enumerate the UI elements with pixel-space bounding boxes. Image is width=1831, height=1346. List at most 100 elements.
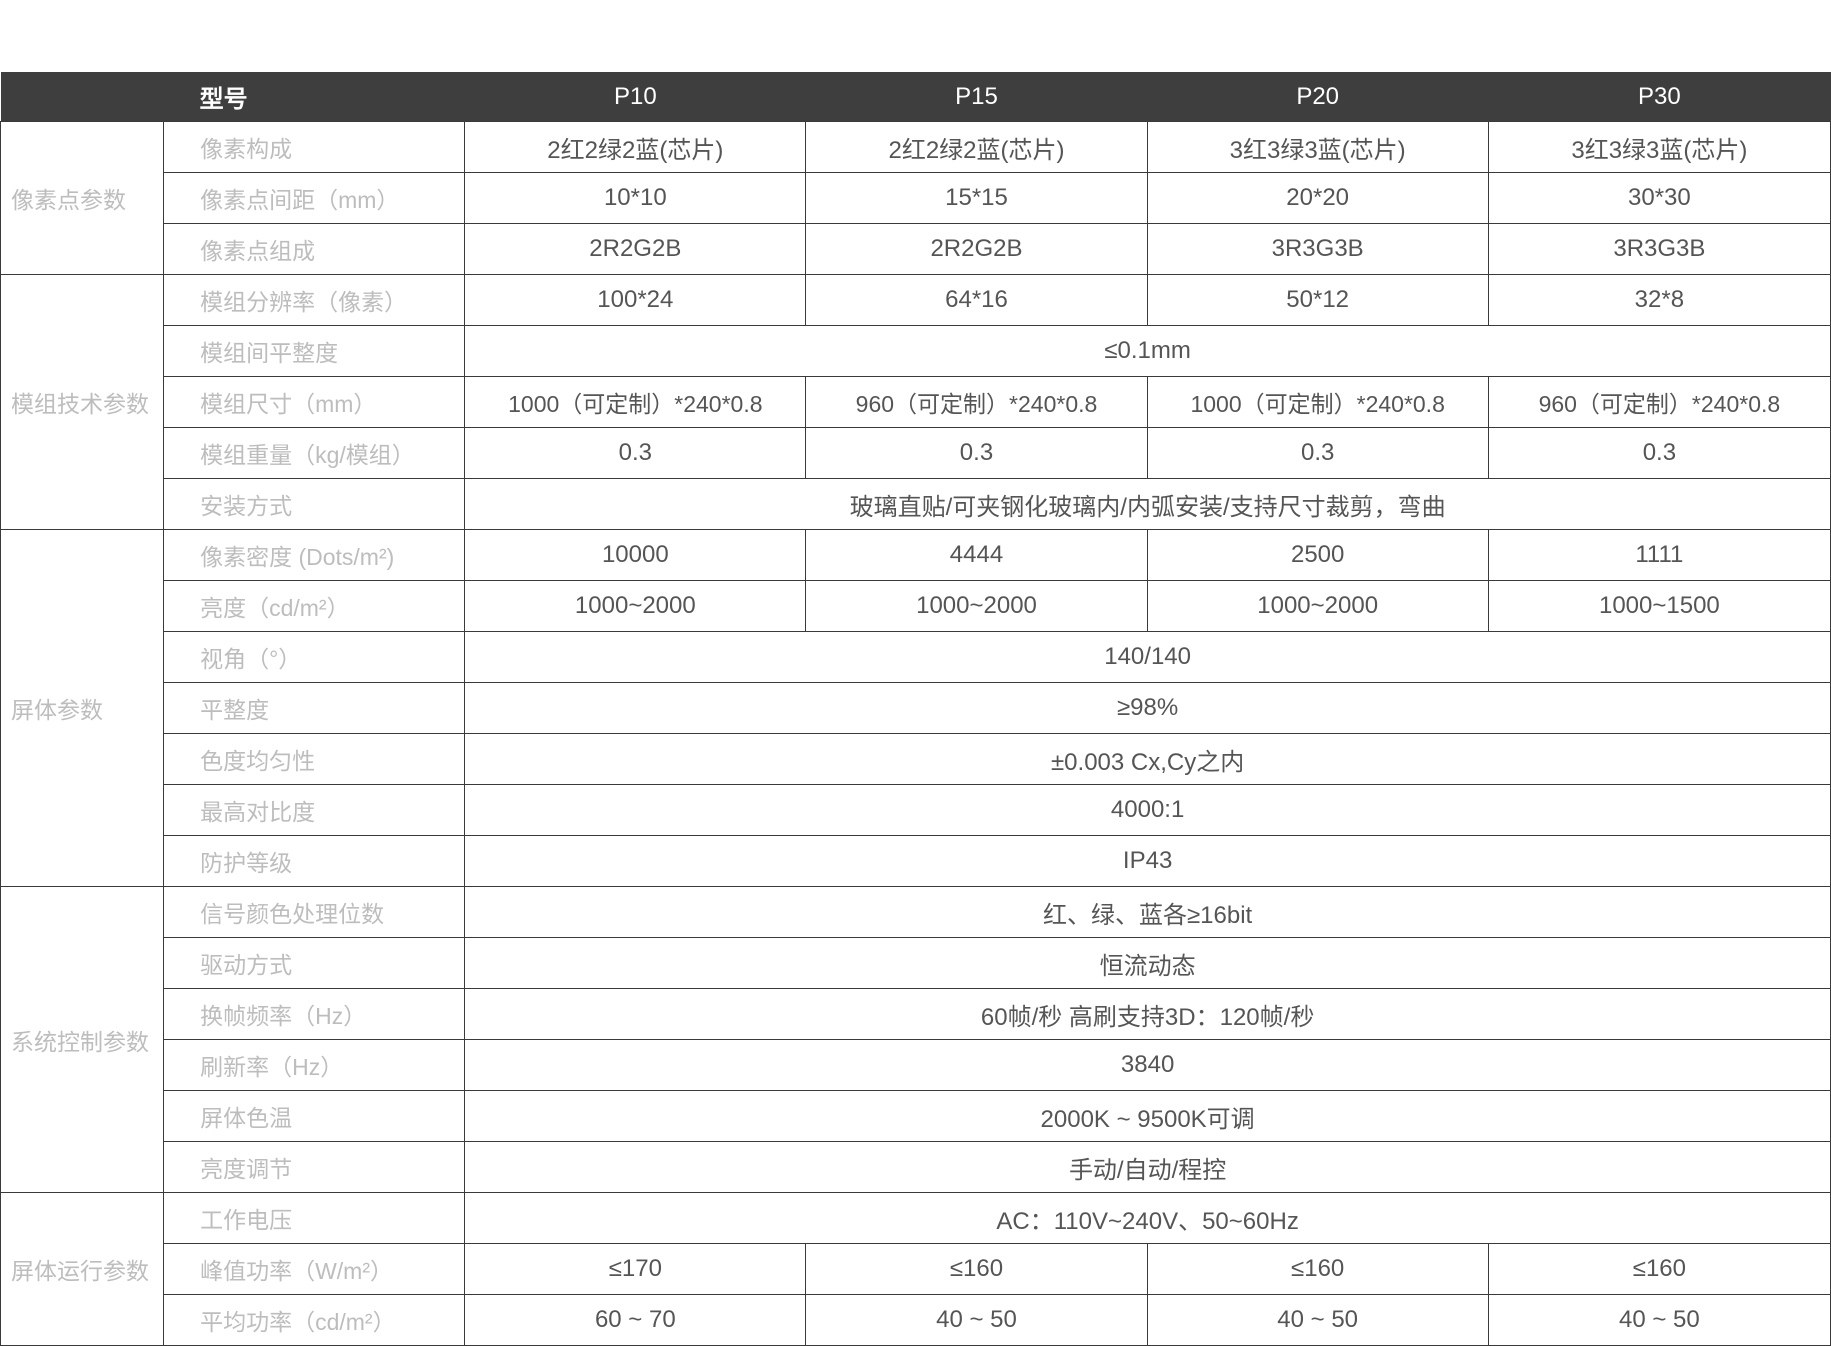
table-row: 色度均匀性 ±0.003 Cx,Cy之内	[1, 733, 1831, 785]
table-row: 屏体色温 2000K ~ 9500K可调	[1, 1090, 1831, 1142]
value-cell: 0.3	[1146, 427, 1489, 479]
value-cell: 15*15	[805, 172, 1148, 224]
model-label: 型号	[163, 72, 465, 122]
value-cell: 20*20	[1146, 172, 1489, 224]
param-label: 色度均匀性	[163, 733, 466, 785]
value-cell: 40 ~ 50	[1146, 1294, 1489, 1346]
param-label: 信号颜色处理位数	[163, 886, 466, 938]
param-label: 模组重量（kg/模组）	[163, 427, 466, 479]
table-body: 像素点参数 像素构成 2红2绿2蓝(芯片) 2红2绿2蓝(芯片) 3红3绿3蓝(芯片) 3…	[0, 121, 1831, 1346]
header-row: 型号 P10 P15 P20 P30	[0, 72, 1831, 122]
param-label: 模组分辨率（像素）	[163, 274, 466, 326]
value-cell-merged: IP43	[464, 835, 1831, 887]
value-cell: 4444	[805, 529, 1148, 581]
value-cell: 2R2G2B	[805, 223, 1148, 275]
value-cell: ≤160	[1487, 1243, 1831, 1295]
value-cell: ≤160	[805, 1243, 1148, 1295]
value-cell: 1000~1500	[1487, 580, 1831, 632]
value-cell-merged: ≥98%	[464, 682, 1831, 734]
value-cell: 0.3	[1487, 427, 1831, 479]
table-row: 平均功率（cd/m²） 60 ~ 70 40 ~ 50 40 ~ 50 40 ~ 50	[1, 1294, 1831, 1346]
param-label: 像素点组成	[163, 223, 466, 275]
table-row: 模组技术参数 模组分辨率（像素） 100*24 64*16 50*12 32*8	[0, 274, 1831, 530]
param-label: 屏体色温	[163, 1090, 466, 1142]
model-p10: P10	[464, 72, 806, 122]
table-row: 像素点参数 像素构成 2红2绿2蓝(芯片) 2红2绿2蓝(芯片) 3红3绿3蓝(芯片) 3…	[0, 121, 1831, 275]
value-cell: 100*24	[464, 274, 807, 326]
value-cell: 960（可定制）*240*0.8	[1487, 376, 1831, 428]
table-header: 型号 P10 P15 P20 P30	[0, 72, 1831, 122]
value-cell: 2500	[1146, 529, 1489, 581]
param-label: 像素点间距（mm）	[163, 172, 466, 224]
value-cell-merged: 4000:1	[464, 784, 1831, 836]
value-cell: ≤160	[1146, 1243, 1489, 1295]
param-label: 亮度（cd/m²）	[163, 580, 466, 632]
param-label: 驱动方式	[163, 937, 466, 989]
value-cell: 2红2绿2蓝(芯片)	[805, 121, 1148, 173]
param-label: 模组间平整度	[163, 325, 466, 377]
group-label: 系统控制参数	[0, 886, 165, 1193]
table-row: 亮度（cd/m²） 1000~2000 1000~2000 1000~2000 1000…	[1, 580, 1831, 632]
table-row: 最高对比度 4000:1	[1, 784, 1831, 836]
param-label: 刷新率（Hz）	[163, 1039, 466, 1091]
value-cell: 3R3G3B	[1487, 223, 1831, 275]
param-label: 换帧频率（Hz）	[163, 988, 466, 1040]
value-cell: 1000~2000	[464, 580, 807, 632]
value-cell: 40 ~ 50	[805, 1294, 1148, 1346]
value-cell-merged: 60帧/秒 高刷支持3D：120帧/秒	[464, 988, 1831, 1040]
value-cell: 2红2绿2蓝(芯片)	[464, 121, 807, 173]
value-cell-merged: 玻璃直贴/可夹钢化玻璃内/内弧安装/支持尺寸裁剪，弯曲	[464, 478, 1831, 530]
value-cell: 3红3绿3蓝(芯片)	[1146, 121, 1489, 173]
param-label: 模组尺寸（mm）	[163, 376, 466, 428]
value-cell-merged: 红、绿、蓝各≥16bit	[464, 886, 1831, 938]
table-row: 模组尺寸（mm） 1000（可定制）*240*0.8 960（可定制）*240*0.…	[1, 376, 1831, 428]
param-label: 平均功率（cd/m²）	[163, 1294, 466, 1346]
value-cell: 3红3绿3蓝(芯片)	[1487, 121, 1831, 173]
value-cell: 40 ~ 50	[1487, 1294, 1831, 1346]
param-label: 防护等级	[163, 835, 466, 887]
value-cell-merged: 恒流动态	[464, 937, 1831, 989]
table-row: 模组重量（kg/模组） 0.3 0.3 0.3 0.3	[1, 427, 1831, 479]
table-row: 峰值功率（W/m²） ≤170 ≤160 ≤160 ≤160	[1, 1243, 1831, 1295]
value-cell: 1111	[1487, 529, 1831, 581]
value-cell-merged: ±0.003 Cx,Cy之内	[464, 733, 1831, 785]
value-cell: 1000（可定制）*240*0.8	[464, 376, 807, 428]
value-cell: 3R3G3B	[1146, 223, 1489, 275]
param-label: 最高对比度	[163, 784, 466, 836]
table-row: 像素点间距（mm） 10*10 15*15 20*20 30*30	[1, 172, 1831, 224]
value-cell-merged: 2000K ~ 9500K可调	[464, 1090, 1831, 1142]
value-cell: 1000~2000	[805, 580, 1148, 632]
header-blank	[0, 72, 164, 122]
table-row: 防护等级 IP43	[1, 835, 1831, 887]
value-cell: 0.3	[464, 427, 807, 479]
table-row: 平整度 ≥98%	[1, 682, 1831, 734]
value-cell: 30*30	[1487, 172, 1831, 224]
value-cell: ≤170	[464, 1243, 807, 1295]
param-label: 工作电压	[163, 1192, 466, 1244]
model-p20: P20	[1147, 72, 1489, 122]
group-label: 像素点参数	[0, 121, 165, 275]
table-row: 安装方式 玻璃直贴/可夹钢化玻璃内/内弧安装/支持尺寸裁剪，弯曲	[1, 478, 1831, 530]
value-cell-merged: AC：110V~240V、50~60Hz	[464, 1192, 1831, 1244]
value-cell: 960（可定制）*240*0.8	[805, 376, 1148, 428]
param-label: 平整度	[163, 682, 466, 734]
table-row: 驱动方式 恒流动态	[1, 937, 1831, 989]
value-cell: 0.3	[805, 427, 1148, 479]
model-p30: P30	[1488, 72, 1831, 122]
param-label: 峰值功率（W/m²）	[163, 1243, 466, 1295]
table-row: 模组间平整度 ≤0.1mm	[1, 325, 1831, 377]
table-row: 换帧频率（Hz） 60帧/秒 高刷支持3D：120帧/秒	[1, 988, 1831, 1040]
group-label: 屏体参数	[0, 529, 165, 887]
value-cell: 1000~2000	[1146, 580, 1489, 632]
spec-table: 型号 P10 P15 P20 P30 像素点参数 像素构成 2红2绿2蓝(芯片) 2红…	[0, 72, 1831, 1346]
group-label: 模组技术参数	[0, 274, 165, 530]
value-cell: 64*16	[805, 274, 1148, 326]
value-cell-merged: 3840	[464, 1039, 1831, 1091]
value-cell: 2R2G2B	[464, 223, 807, 275]
param-label: 安装方式	[163, 478, 466, 530]
table-row: 屏体运行参数 工作电压 AC：110V~240V、50~60Hz	[0, 1192, 1831, 1346]
param-label: 亮度调节	[163, 1141, 466, 1193]
model-p15: P15	[805, 72, 1148, 122]
value-cell: 60 ~ 70	[464, 1294, 807, 1346]
value-cell-merged: 140/140	[464, 631, 1831, 683]
